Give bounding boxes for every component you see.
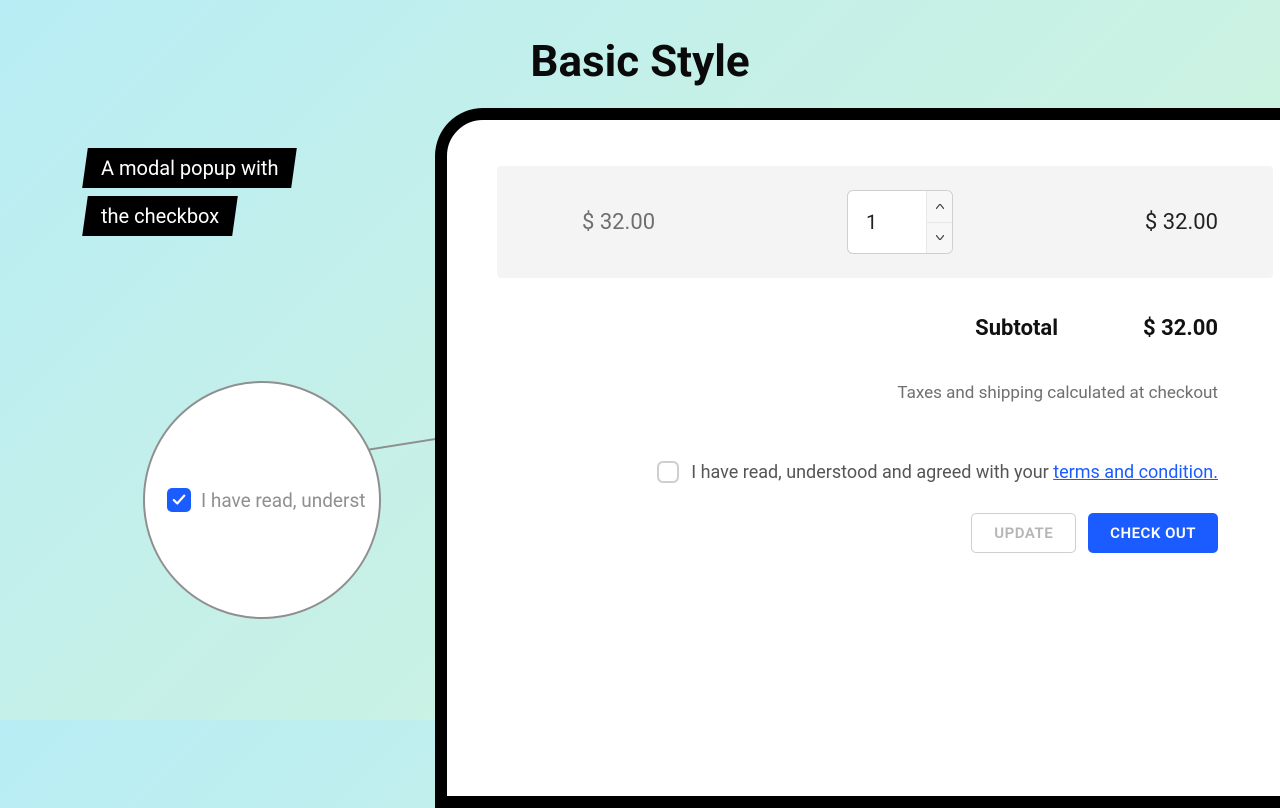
subtotal-value: $ 32.00	[1143, 316, 1218, 341]
zoom-terms-text: I have read, underst	[201, 489, 365, 512]
terms-row: I have read, understood and agreed with …	[497, 461, 1273, 483]
quantity-decrement[interactable]	[927, 222, 952, 254]
quantity-increment[interactable]	[927, 191, 952, 222]
checkout-button[interactable]: CHECK OUT	[1088, 513, 1218, 553]
line-total: $ 32.00	[1006, 210, 1218, 235]
cart-line-item: $ 32.00 1 $ 32.00	[497, 166, 1273, 278]
quantity-value: 1	[848, 210, 926, 234]
terms-text: I have read, understood and agreed with …	[691, 462, 1218, 483]
annotation-line-1: A modal popup with	[82, 148, 297, 188]
update-button[interactable]: UPDATE	[971, 513, 1076, 553]
chevron-up-icon	[936, 204, 944, 209]
unit-price: $ 32.00	[582, 210, 794, 235]
annotation-line-2: the checkbox	[82, 196, 238, 236]
page-title: Basic Style	[530, 35, 749, 87]
terms-link[interactable]: terms and condition.	[1053, 462, 1218, 483]
terms-checkbox[interactable]	[657, 461, 679, 483]
device-frame: $ 32.00 1 $ 32.00 Subtotal $ 32.00 Taxes…	[435, 108, 1280, 808]
check-icon	[172, 493, 186, 507]
annotation-callout: A modal popup with the checkbox	[85, 148, 294, 244]
subtotal-label: Subtotal	[975, 316, 1058, 341]
terms-checkbox-checked	[167, 488, 191, 512]
tax-shipping-note: Taxes and shipping calculated at checkou…	[497, 383, 1273, 403]
subtotal-row: Subtotal $ 32.00	[497, 316, 1273, 341]
action-row: UPDATE CHECK OUT	[497, 513, 1273, 553]
chevron-down-icon	[936, 235, 944, 240]
zoom-lens: I have read, underst	[143, 381, 381, 619]
quantity-stepper[interactable]: 1	[847, 190, 953, 254]
